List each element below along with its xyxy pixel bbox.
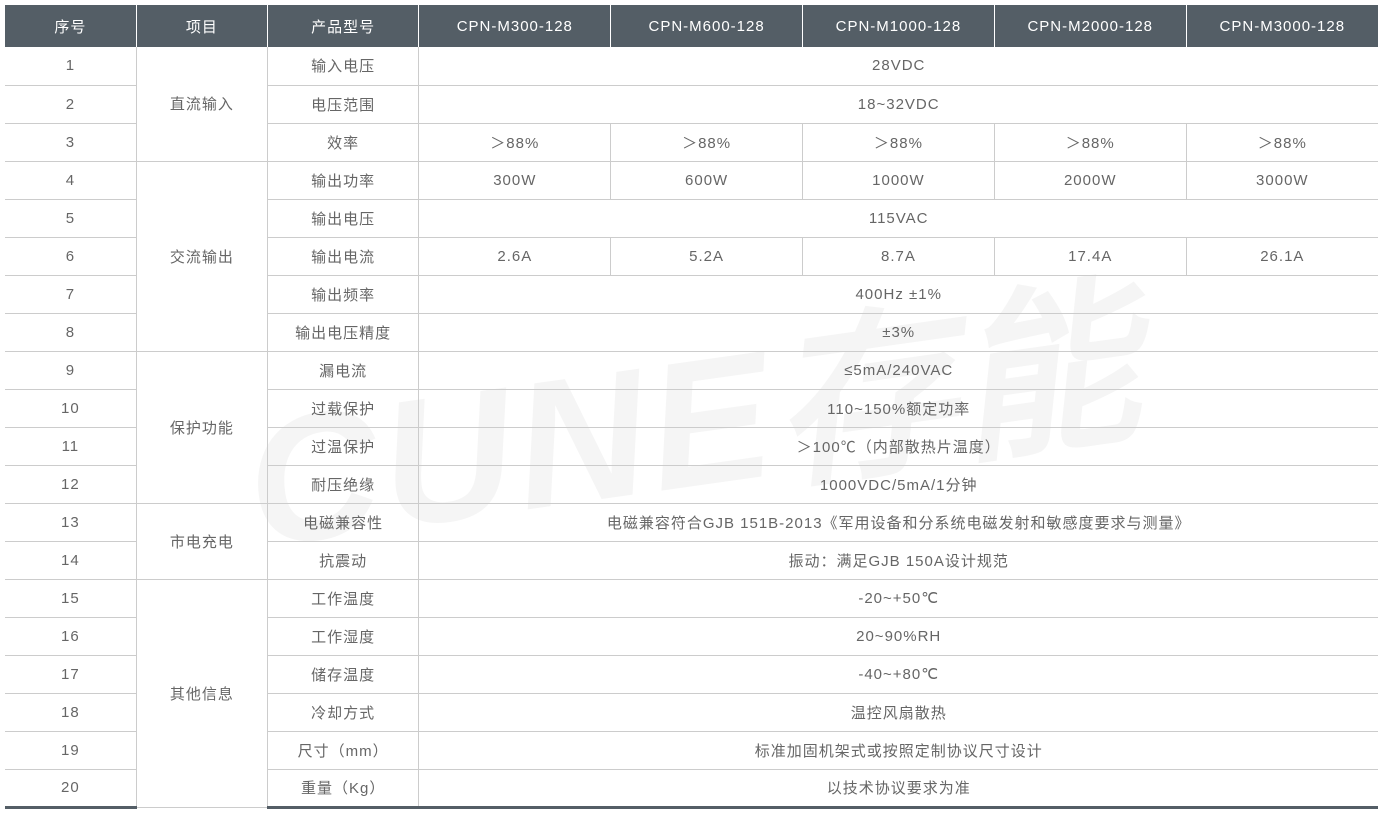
category-cell: 直流输入 [136,47,267,161]
value-cell: 18~32VDC [419,85,1378,123]
table-row: 9 保护功能 漏电流 ≤5mA/240VAC [5,351,1378,389]
header-seq: 序号 [5,5,136,47]
header-model: 产品型号 [267,5,418,47]
header-m1: CPN-M300-128 [419,5,611,47]
value-cell: 标准加固机架式或按照定制协议尺寸设计 [419,731,1378,769]
param-cell: 尺寸（mm） [267,731,418,769]
param-cell: 工作湿度 [267,617,418,655]
param-cell: 工作温度 [267,579,418,617]
header-m4: CPN-M2000-128 [994,5,1186,47]
value-cell: 115VAC [419,199,1378,237]
header-category: 项目 [136,5,267,47]
value-cell: ≤5mA/240VAC [419,351,1378,389]
table-row: 15 其他信息 工作温度 -20~+50℃ [5,579,1378,617]
category-cell: 保护功能 [136,351,267,503]
seq-cell: 17 [5,655,136,693]
header-m2: CPN-M600-128 [611,5,803,47]
value-cell: 2.6A [419,237,611,275]
value-cell: 20~90%RH [419,617,1378,655]
header-m3: CPN-M1000-128 [803,5,995,47]
seq-cell: 13 [5,503,136,541]
param-cell: 过温保护 [267,427,418,465]
seq-cell: 1 [5,47,136,85]
seq-cell: 2 [5,85,136,123]
seq-cell: 8 [5,313,136,351]
param-cell: 电压范围 [267,85,418,123]
seq-cell: 9 [5,351,136,389]
seq-cell: 10 [5,389,136,427]
seq-cell: 16 [5,617,136,655]
table-row: 4 交流输出 输出功率 300W 600W 1000W 2000W 3000W [5,161,1378,199]
value-cell: 110~150%额定功率 [419,389,1378,427]
param-cell: 电磁兼容性 [267,503,418,541]
value-cell: 28VDC [419,47,1378,85]
param-cell: 输出电压 [267,199,418,237]
category-cell: 交流输出 [136,161,267,351]
value-cell: -40~+80℃ [419,655,1378,693]
seq-cell: 4 [5,161,136,199]
param-cell: 过载保护 [267,389,418,427]
value-cell: 电磁兼容符合GJB 151B-2013《军用设备和分系统电磁发射和敏感度要求与测… [419,503,1378,541]
value-cell: 温控风扇散热 [419,693,1378,731]
value-cell: 300W [419,161,611,199]
param-cell: 输出电流 [267,237,418,275]
param-cell: 冷却方式 [267,693,418,731]
param-cell: 效率 [267,123,418,161]
seq-cell: 5 [5,199,136,237]
seq-cell: 12 [5,465,136,503]
category-cell: 市电充电 [136,503,267,579]
header-m5: CPN-M3000-128 [1186,5,1378,47]
value-cell: 1000VDC/5mA/1分钟 [419,465,1378,503]
value-cell: ＞88% [1186,123,1378,161]
value-cell: ＞88% [994,123,1186,161]
value-cell: 600W [611,161,803,199]
seq-cell: 20 [5,769,136,807]
param-cell: 输出功率 [267,161,418,199]
value-cell: 400Hz ±1% [419,275,1378,313]
value-cell: 3000W [1186,161,1378,199]
value-cell: ±3% [419,313,1378,351]
seq-cell: 6 [5,237,136,275]
value-cell: 17.4A [994,237,1186,275]
table-row: 13 市电充电 电磁兼容性 电磁兼容符合GJB 151B-2013《军用设备和分… [5,503,1378,541]
category-cell: 其他信息 [136,579,267,807]
table-row: 1 直流输入 输入电压 28VDC [5,47,1378,85]
seq-cell: 3 [5,123,136,161]
seq-cell: 7 [5,275,136,313]
header-row: 序号 项目 产品型号 CPN-M300-128 CPN-M600-128 CPN… [5,5,1378,47]
value-cell: 8.7A [803,237,995,275]
value-cell: 26.1A [1186,237,1378,275]
seq-cell: 19 [5,731,136,769]
value-cell: 5.2A [611,237,803,275]
value-cell: ＞88% [803,123,995,161]
param-cell: 输出频率 [267,275,418,313]
param-cell: 输出电压精度 [267,313,418,351]
seq-cell: 11 [5,427,136,465]
param-cell: 抗震动 [267,541,418,579]
param-cell: 漏电流 [267,351,418,389]
value-cell: 振动：满足GJB 150A设计规范 [419,541,1378,579]
value-cell: 以技术协议要求为准 [419,769,1378,807]
param-cell: 输入电压 [267,47,418,85]
spec-table: 序号 项目 产品型号 CPN-M300-128 CPN-M600-128 CPN… [5,5,1378,809]
seq-cell: 15 [5,579,136,617]
value-cell: -20~+50℃ [419,579,1378,617]
value-cell: ＞88% [419,123,611,161]
value-cell: 2000W [994,161,1186,199]
param-cell: 耐压绝缘 [267,465,418,503]
param-cell: 储存温度 [267,655,418,693]
value-cell: 1000W [803,161,995,199]
seq-cell: 18 [5,693,136,731]
value-cell: ＞100℃（内部散热片温度） [419,427,1378,465]
value-cell: ＞88% [611,123,803,161]
seq-cell: 14 [5,541,136,579]
param-cell: 重量（Kg） [267,769,418,807]
